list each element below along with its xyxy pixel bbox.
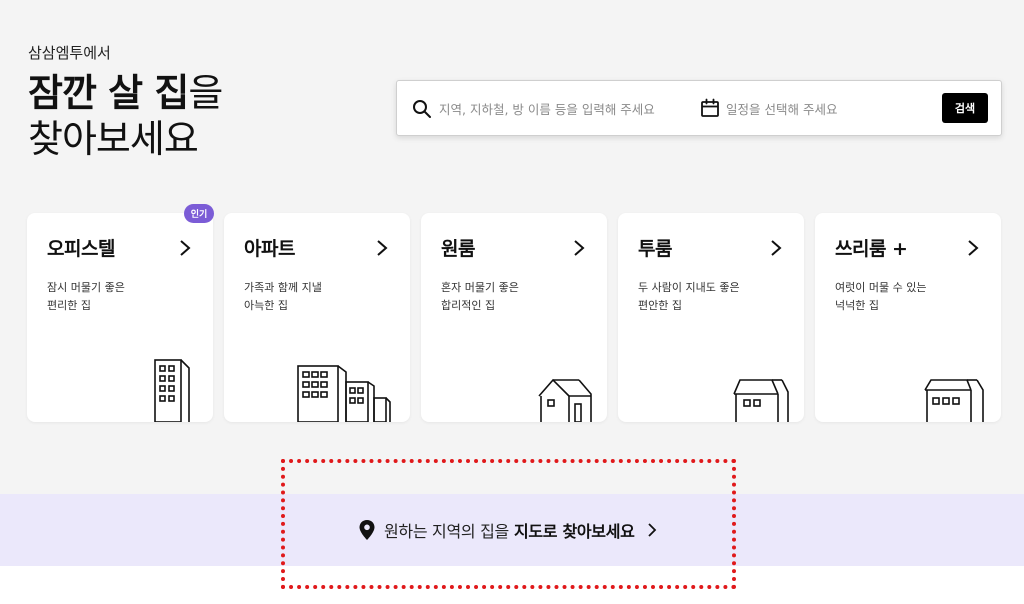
property-type-cards: 인기 오피스텔 잠시 머물기 좋은 편리한 집 아파트 가족과 함께 지낼 아늑…	[27, 204, 1002, 422]
apartment-buildings-icon	[297, 365, 391, 422]
hero-title-bold: 잠깐 살 집	[28, 71, 189, 115]
hero-subtitle: 삼삼엠투에서	[28, 44, 111, 62]
map-search-banner[interactable]: 원하는 지역의 집을 지도로 찾아보세요	[0, 494, 1024, 566]
card-two-room[interactable]: 투룸 두 사람이 지내도 좋은 편안한 집	[618, 213, 804, 422]
card-description: 두 사람이 지내도 좋은 편안한 집	[638, 281, 740, 312]
card-title: 원룸	[441, 238, 475, 260]
map-banner-text-bold: 지도로 찾아보세요	[513, 522, 635, 541]
chevron-right-icon	[968, 240, 979, 256]
map-banner-content: 원하는 지역의 집을 지도로 찾아보세요	[358, 518, 657, 542]
card-three-room[interactable]: 쓰리룸 + 여럿이 머물 수 있는 넉넉한 집	[815, 213, 1001, 422]
map-banner-text: 원하는 지역의 집을	[384, 522, 509, 541]
search-bar: 검색	[396, 80, 1002, 136]
search-icon	[413, 100, 431, 118]
chevron-right-icon	[180, 240, 191, 256]
small-house-icon	[538, 378, 592, 422]
chevron-right-icon	[377, 240, 388, 256]
office-tower-icon	[154, 359, 190, 422]
card-description: 잠시 머물기 좋은 편리한 집	[47, 281, 125, 312]
card-title: 아파트	[244, 238, 295, 260]
chevron-right-icon	[771, 240, 782, 256]
card-title: 투룸	[638, 238, 672, 260]
chevron-right-icon	[647, 523, 656, 537]
calendar-icon	[701, 98, 719, 117]
popular-badge: 인기	[184, 204, 214, 223]
hero-title: 잠깐 살 집을 찾아보세요	[28, 70, 223, 162]
map-pin-icon	[359, 520, 375, 540]
date-select-input[interactable]	[726, 95, 926, 123]
location-search-input[interactable]	[439, 95, 679, 123]
hero-title-line-2: 찾아보세요	[28, 117, 199, 161]
card-title: 오피스텔	[47, 238, 115, 260]
card-title: 쓰리룸 +	[835, 238, 908, 260]
card-description: 가족과 함께 지낼 아늑한 집	[244, 281, 322, 312]
search-button[interactable]: 검색	[942, 93, 988, 123]
card-officetel[interactable]: 인기 오피스텔 잠시 머물기 좋은 편리한 집	[27, 204, 214, 422]
bottom-area	[0, 566, 1024, 604]
chevron-right-icon	[574, 240, 585, 256]
three-window-house-icon	[924, 379, 984, 422]
card-description: 혼자 머물기 좋은 합리적인 집	[441, 281, 519, 312]
hero-title-suffix: 을	[188, 71, 223, 115]
card-description: 여럿이 머물 수 있는 넉넉한 집	[835, 281, 927, 312]
two-window-house-icon	[733, 379, 789, 422]
card-apartment[interactable]: 아파트 가족과 함께 지낼 아늑한 집	[224, 213, 410, 422]
card-one-room[interactable]: 원룸 혼자 머물기 좋은 합리적인 집	[421, 213, 607, 422]
